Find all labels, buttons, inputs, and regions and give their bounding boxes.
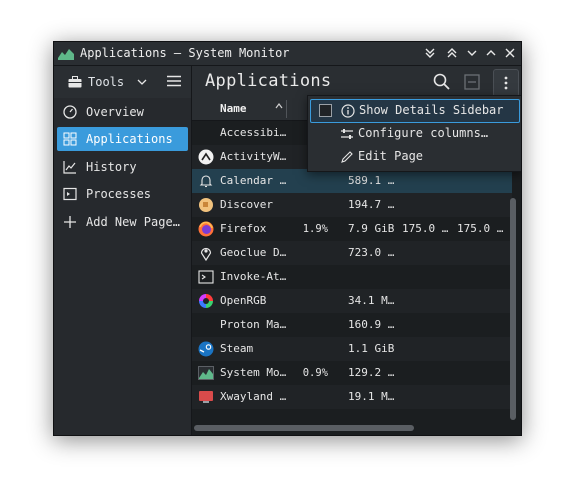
table-row[interactable]: Steam 1.1 GiB	[192, 337, 512, 361]
column-header-name[interactable]: Name	[220, 102, 247, 115]
sort-ascending-icon	[274, 101, 284, 114]
table-row[interactable]: Xwayland … 19.1 M…	[192, 385, 512, 409]
activitywatch-icon	[198, 149, 214, 165]
app-name: Geoclue D…	[220, 246, 286, 259]
table-row[interactable]: Geoclue D… 723.0 …	[192, 241, 512, 265]
system-monitor-icon	[198, 366, 214, 380]
table-row[interactable]: System Mo… 0.9% 129.2 …	[192, 361, 512, 385]
chevron-down-icon	[137, 79, 147, 85]
minimize-icon[interactable]	[464, 45, 480, 61]
menu-item-edit-page[interactable]: Edit Page	[310, 146, 518, 168]
toolbox-icon	[68, 76, 82, 88]
sidebar: Overview Applications History Processes …	[54, 98, 191, 435]
app-name: Calendar …	[220, 174, 286, 187]
vertical-scrollbar[interactable]	[510, 198, 516, 420]
discover-icon	[199, 198, 213, 212]
window-title: Applications — System Monitor	[80, 46, 290, 60]
app-name: System Mo…	[220, 366, 286, 379]
sidebar-item-history[interactable]: History	[57, 155, 188, 179]
hamburger-menu-icon[interactable]	[166, 73, 182, 89]
app-name: OpenRGB	[220, 294, 267, 307]
app-name: Discover	[220, 198, 273, 211]
app-name: Accessibi…	[220, 126, 286, 139]
sidebar-item-add-new-page[interactable]: Add New Page…	[57, 210, 188, 234]
menu-item-show-details-sidebar[interactable]: Show Details Sidebar	[310, 99, 520, 123]
applications-icon	[63, 132, 77, 146]
bell-icon	[199, 175, 213, 188]
sidebar-item-label: Processes	[86, 187, 152, 201]
history-icon	[63, 161, 76, 174]
app-name: Steam	[220, 342, 254, 355]
table-row-selected[interactable]: Calendar … 589.1 …	[192, 169, 512, 193]
tools-menu-button[interactable]: Tools	[68, 72, 148, 92]
title-bar[interactable]: Applications — System Monitor	[54, 42, 521, 66]
memory-value: 19.1 M…	[348, 390, 395, 403]
terminal-icon	[198, 270, 214, 284]
system-monitor-window: Applications — System Monitor Tools Appl…	[53, 41, 522, 436]
search-icon[interactable]	[432, 72, 452, 92]
memory-value: 34.1 M…	[348, 294, 395, 307]
app-name: Proton Ma…	[220, 318, 286, 331]
sidebar-item-label: Applications	[86, 132, 173, 146]
menu-item-label: Edit Page	[358, 149, 424, 163]
menu-item-label: Configure columns…	[358, 126, 489, 140]
table-row[interactable]: Proton Ma… 160.9 …	[192, 313, 512, 337]
sidebar-item-overview[interactable]: Overview	[57, 100, 188, 124]
keep-below-icon[interactable]	[422, 45, 438, 61]
openrgb-icon	[199, 294, 213, 308]
page-options-menu: Show Details Sidebar Configure columns… …	[307, 95, 521, 172]
memory-value: 1.1 GiB	[348, 342, 395, 355]
column-divider[interactable]	[286, 100, 287, 118]
overview-icon	[63, 105, 77, 119]
sidebar-item-applications[interactable]: Applications	[57, 127, 188, 151]
more-vertical-icon	[504, 76, 508, 90]
details-panel-icon[interactable]	[462, 72, 482, 92]
menu-item-label: Show Details Sidebar	[359, 103, 504, 117]
sidebar-item-label: History	[86, 160, 137, 174]
app-name: Xwayland …	[220, 390, 286, 403]
system-monitor-app-icon	[58, 46, 74, 60]
close-icon[interactable]	[502, 45, 518, 61]
memory-value: 7.9 GiB	[348, 222, 395, 235]
steam-icon	[198, 341, 214, 357]
sliders-icon	[341, 129, 353, 139]
table-row[interactable]: OpenRGB 34.1 M…	[192, 289, 512, 313]
main-toolbar: Tools Applications	[54, 66, 521, 98]
table-row[interactable]: Invoke-At…	[192, 265, 512, 289]
cpu-value: 0.9%	[302, 367, 328, 379]
page-options-button[interactable]	[493, 69, 519, 97]
app-name: Firefox	[220, 222, 267, 235]
app-name: Invoke-At…	[220, 270, 286, 283]
table-row[interactable]: Discover 194.7 …	[192, 193, 512, 217]
column-value: 175.0 …	[402, 222, 449, 235]
pencil-icon	[341, 151, 353, 163]
app-name: ActivityW…	[220, 150, 286, 163]
cpu-value: 1.9%	[302, 223, 328, 235]
show-details-sidebar-checkbox[interactable]	[319, 104, 332, 117]
column-value: 175.0 …	[457, 222, 504, 235]
memory-value: 723.0 …	[348, 246, 395, 259]
info-icon	[341, 104, 355, 118]
tools-label: Tools	[88, 75, 125, 89]
memory-value: 160.9 …	[348, 318, 395, 331]
sidebar-item-label: Add New Page…	[86, 215, 180, 229]
menu-item-configure-columns[interactable]: Configure columns…	[310, 123, 518, 145]
memory-value: 589.1 …	[348, 174, 395, 187]
keep-above-icon[interactable]	[444, 45, 460, 61]
memory-value: 194.7 …	[348, 198, 395, 211]
table-row[interactable]: Firefox 1.9% 7.9 GiB 175.0 … 175.0 …	[192, 217, 512, 241]
maximize-icon[interactable]	[483, 45, 499, 61]
plus-icon	[64, 216, 76, 228]
xwayland-icon	[199, 391, 213, 403]
horizontal-scrollbar[interactable]	[194, 424, 518, 432]
memory-value: 129.2 …	[348, 366, 395, 379]
firefox-icon	[198, 221, 214, 237]
location-icon	[200, 247, 212, 261]
sidebar-item-processes[interactable]: Processes	[57, 182, 188, 206]
processes-icon	[63, 187, 77, 201]
page-title: Applications	[205, 71, 332, 91]
sidebar-item-label: Overview	[86, 105, 144, 119]
horizontal-scrollbar-thumb[interactable]	[194, 425, 414, 431]
